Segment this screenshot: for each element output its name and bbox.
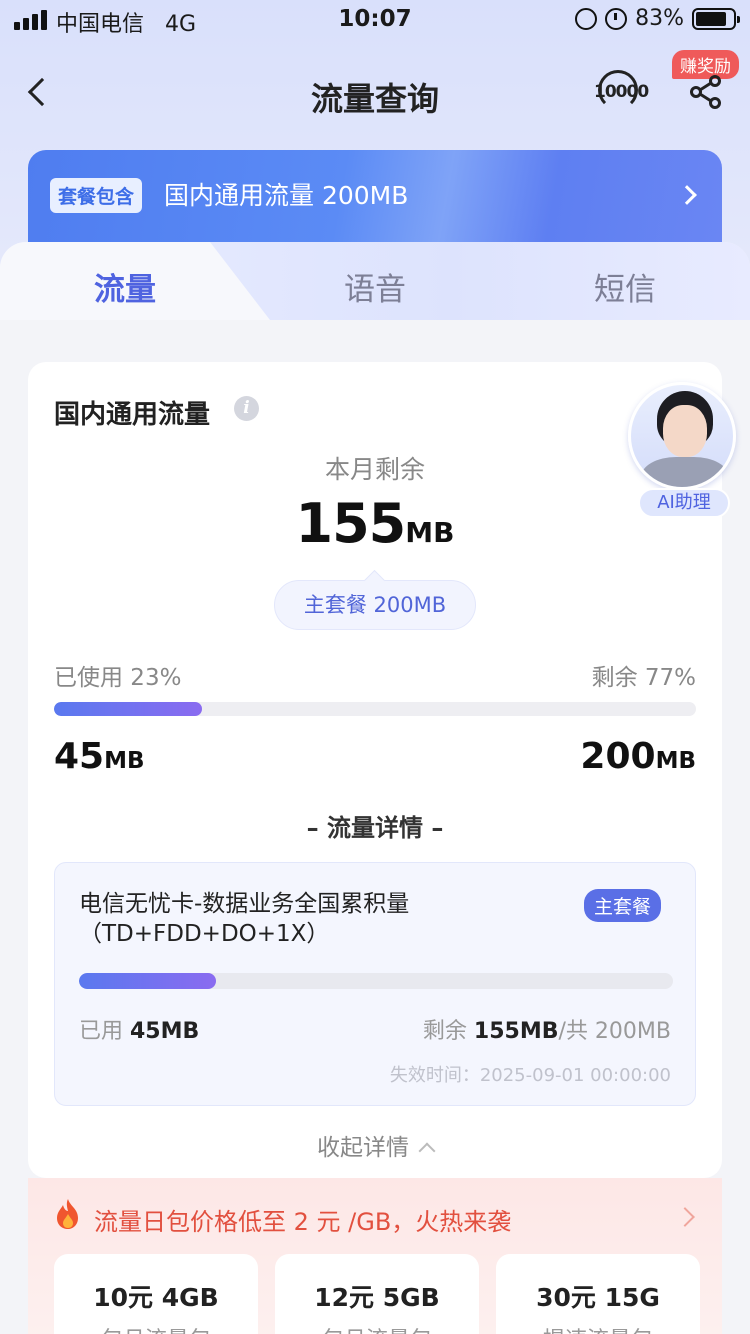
- package-summary: 国内通用流量 200MB: [164, 181, 409, 210]
- plan-pill: 主套餐 200MB: [274, 580, 476, 630]
- remain-value: 155MB: [295, 492, 455, 555]
- pack-card[interactable]: 10元 4GB 包月流量包: [54, 1254, 258, 1334]
- usage-card: 国内通用流量 i 本月剩余 155MB 主套餐 200MB 已使用 23% 剩余…: [28, 362, 722, 1178]
- customer-service-icon[interactable]: 10000: [594, 70, 649, 114]
- total-amount: 200MB: [580, 736, 696, 777]
- remain-label: 本月剩余: [324, 455, 425, 484]
- info-icon[interactable]: i: [234, 396, 259, 421]
- share-icon[interactable]: [688, 74, 724, 110]
- rotation-lock-icon: [575, 7, 598, 30]
- tab-bar: 流量 语音 短信: [0, 242, 750, 320]
- pack-subtitle: 包月流量包: [275, 1322, 479, 1334]
- battery-icon: [692, 7, 740, 30]
- chevron-right-icon[interactable]: [675, 1207, 695, 1227]
- status-icons: 83%: [575, 6, 740, 31]
- main-plan-badge: 主套餐: [583, 889, 661, 922]
- pack-title: 12元 5GB: [314, 1283, 440, 1312]
- detail-expire-time: 失效时间：2025-09-01 00:00:00: [389, 1065, 671, 1086]
- detail-item-name: 电信无忧卡-数据业务全国累积量 （TD+FDD+DO+1X）: [79, 891, 410, 947]
- tab-data[interactable]: 流量: [0, 264, 250, 309]
- alarm-icon: [605, 7, 628, 30]
- hotline-number: 10000: [594, 82, 649, 102]
- detail-remain: 剩余 155MB/共 200MB: [422, 1019, 671, 1044]
- used-amount: 45MB: [54, 736, 145, 777]
- usage-progress-fill: [54, 702, 202, 716]
- usage-progress-bar: [54, 702, 696, 716]
- pack-subtitle: 包月流量包: [54, 1322, 258, 1334]
- promo-text[interactable]: 流量日包价格低至 2 元 /GB，火热来袭: [94, 1202, 511, 1237]
- nav-bar: 流量查询 10000 赚奖励: [0, 50, 750, 140]
- detail-progress-fill: [79, 973, 216, 989]
- package-tag: 套餐包含: [50, 178, 143, 213]
- remain-percent: 剩余 77%: [591, 665, 696, 691]
- tab-sms[interactable]: 短信: [500, 264, 750, 309]
- fire-icon: [57, 1199, 78, 1229]
- tab-voice[interactable]: 语音: [250, 264, 500, 309]
- card-title: 国内通用流量: [54, 400, 211, 430]
- chevron-right-icon: [677, 185, 697, 205]
- pack-title: 30元 15G: [536, 1283, 660, 1312]
- chevron-up-icon: [418, 1142, 436, 1160]
- used-percent: 已使用 23%: [54, 665, 182, 691]
- pack-card[interactable]: 12元 5GB 包月流量包: [275, 1254, 479, 1334]
- battery-percent: 83%: [635, 6, 684, 31]
- pack-card[interactable]: 30元 15G 提速流量包: [496, 1254, 700, 1334]
- package-banner[interactable]: 套餐包含 国内通用流量 200MB: [28, 150, 722, 250]
- promo-section: 流量日包价格低至 2 元 /GB，火热来袭 10元 4GB 包月流量包 12元 …: [28, 1178, 722, 1334]
- pack-title: 10元 4GB: [93, 1283, 219, 1312]
- detail-progress-bar: [79, 973, 673, 989]
- detail-item: 电信无忧卡-数据业务全国累积量 （TD+FDD+DO+1X） 主套餐 已用 45M…: [54, 862, 696, 1106]
- pack-subtitle: 提速流量包: [496, 1322, 700, 1334]
- detail-used: 已用 45MB: [79, 1019, 200, 1044]
- collapse-details-button[interactable]: 收起详情: [28, 1128, 722, 1162]
- ai-assistant-label[interactable]: AI助理: [638, 488, 730, 518]
- ai-assistant-avatar[interactable]: [628, 382, 736, 490]
- status-bar: 中国电信 4G 10:07 83%: [0, 0, 750, 40]
- details-heading: – 流量详情 –: [306, 814, 444, 842]
